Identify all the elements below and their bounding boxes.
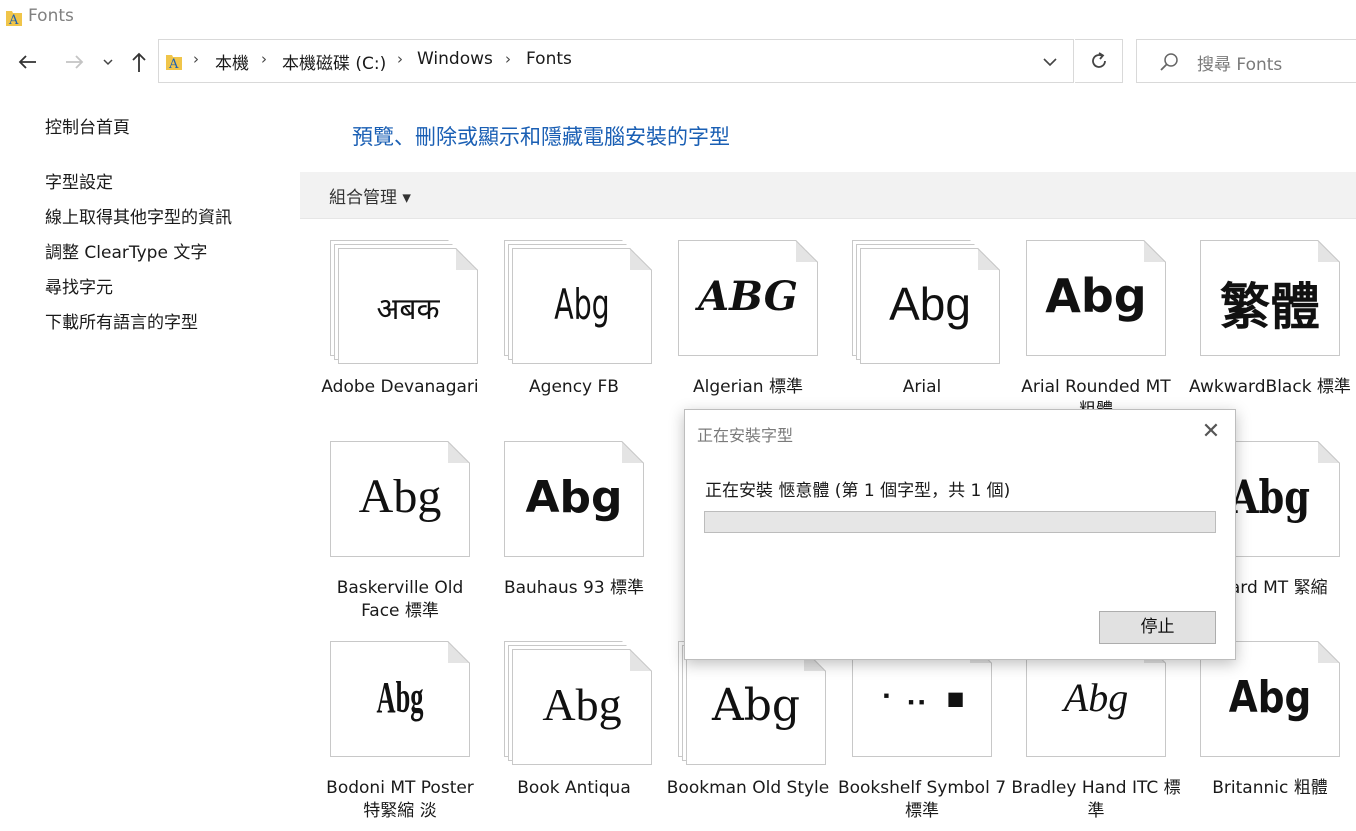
font-tile[interactable]: ABG Algerian 標準 <box>663 240 833 430</box>
font-name-label: Book Antiqua <box>517 778 631 798</box>
refresh-button[interactable] <box>1075 39 1123 83</box>
dialog-title: 正在安裝字型 <box>697 426 794 445</box>
chevron-down-icon <box>103 59 113 66</box>
close-icon: ✕ <box>1201 419 1221 444</box>
font-sample-preview: ⠂⠠⠄ ■ <box>881 684 963 713</box>
install-progress-bar <box>704 511 1216 533</box>
font-tile[interactable]: Abg Bradley Hand ITC 標準 <box>1011 641 1181 831</box>
refresh-icon <box>1091 52 1106 68</box>
font-name-label: Bookshelf Symbol 7 標準 <box>837 778 1007 821</box>
font-sample-preview: Abg <box>889 278 971 331</box>
breadcrumb-separator: › <box>193 50 199 68</box>
font-name-label: Algerian 標準 <box>693 377 803 397</box>
font-tile[interactable]: Abg Bodoni MT Poster 特緊縮 淡 <box>315 641 485 831</box>
left-link-download-fonts[interactable]: 下載所有語言的字型 <box>45 308 198 333</box>
font-tile[interactable]: Abg Agency FB <box>489 240 659 430</box>
up-arrow-icon <box>132 52 146 72</box>
font-sample-preview: Abg <box>554 279 610 329</box>
font-tile[interactable]: Abg Bauhaus 93 標準 <box>489 441 659 631</box>
font-sample-preview: Abg <box>1228 671 1312 723</box>
fonts-folder-icon: A <box>166 55 182 71</box>
page-title: 預覽、刪除或顯示和隱藏電腦安裝的字型 <box>352 125 730 149</box>
font-name-label: Britannic 粗體 <box>1212 778 1328 798</box>
breadcrumb-fonts[interactable]: Fonts <box>526 49 572 69</box>
forward-button[interactable] <box>60 48 88 76</box>
install-status-text: 正在安裝 愜意體 (第 1 個字型，共 1 個) <box>705 481 1011 501</box>
back-button[interactable] <box>14 48 42 76</box>
font-tile[interactable]: 繁體 AwkwardBlack 標準 <box>1185 240 1355 430</box>
font-name-label: Agency FB <box>529 377 619 397</box>
font-tile[interactable]: ⠂⠠⠄ ■ Bookshelf Symbol 7 標準 <box>837 641 1007 831</box>
font-name-label: Bradley Hand ITC 標準 <box>1011 778 1181 821</box>
address-bar[interactable]: A › 本機 › 本機磁碟 (C:) › Windows › Fonts <box>158 39 1074 83</box>
title-bar: A Fonts <box>0 0 1356 34</box>
forward-arrow-icon <box>66 55 84 69</box>
font-tile[interactable]: Abg Bookman Old Style <box>663 641 833 831</box>
font-tile[interactable]: Abg Baskerville Old Face 標準 <box>315 441 485 631</box>
fonts-folder-icon: A <box>6 11 22 27</box>
font-sample-preview: Abg <box>1045 269 1147 324</box>
font-name-label: AwkwardBlack 標準 <box>1189 377 1351 397</box>
font-name-label: Bodoni MT Poster 特緊縮 淡 <box>326 778 474 821</box>
left-link-cleartype[interactable]: 調整 ClearType 文字 <box>45 238 207 263</box>
stop-button[interactable]: 停止 <box>1099 611 1216 644</box>
font-tile[interactable]: Abg Arial <box>837 240 1007 430</box>
search-input[interactable]: 搜尋 Fonts <box>1136 39 1356 83</box>
font-tile[interactable]: Abg Britannic 粗體 <box>1185 641 1355 831</box>
font-sample-preview: Abg <box>525 471 623 523</box>
font-name-label: Adobe Devanagari <box>321 377 479 397</box>
left-link-get-more-fonts[interactable]: 線上取得其他字型的資訊 <box>45 203 232 228</box>
left-link-control-panel-home[interactable]: 控制台首頁 <box>45 113 130 138</box>
svg-text:A: A <box>8 13 19 27</box>
search-placeholder: 搜尋 Fonts <box>1197 55 1283 75</box>
up-button[interactable] <box>126 48 152 76</box>
font-sample-preview: अबक <box>376 292 440 328</box>
font-sample-preview: Abg <box>1063 675 1129 721</box>
search-icon <box>1160 53 1178 71</box>
left-link-font-settings[interactable]: 字型設定 <box>45 168 113 193</box>
font-tile[interactable]: Abg Book Antiqua <box>489 641 659 831</box>
font-sample-preview: Abg <box>376 672 424 722</box>
font-sample-preview: Abg <box>542 679 622 731</box>
command-bar: 組合管理 ▾ <box>300 172 1356 219</box>
font-tile[interactable]: AbgArial Rounded MT 粗體 <box>1011 240 1181 430</box>
breadcrumb-this-pc[interactable]: 本機 <box>215 49 249 74</box>
window-title: Fonts <box>28 6 74 26</box>
install-font-dialog: 正在安裝字型 ✕ 正在安裝 愜意體 (第 1 個字型，共 1 個) 停止 <box>684 409 1236 660</box>
organize-button[interactable]: 組合管理 ▾ <box>329 183 411 208</box>
svg-text:A: A <box>168 57 179 71</box>
font-sample-preview: ABG <box>698 273 798 321</box>
address-history-button[interactable] <box>1036 50 1064 74</box>
left-link-find-character[interactable]: 尋找字元 <box>45 273 113 298</box>
font-name-label: Arial <box>902 377 942 397</box>
breadcrumb-separator: › <box>505 50 511 68</box>
breadcrumb-separator: › <box>397 50 403 68</box>
breadcrumb-windows[interactable]: Windows <box>417 49 493 69</box>
font-name-label: Bookman Old Style <box>666 778 830 798</box>
font-sample-preview: Abg <box>358 470 442 524</box>
recent-locations-button[interactable] <box>98 50 118 74</box>
font-sample-preview: Abg <box>711 679 801 731</box>
dialog-close-button[interactable]: ✕ <box>1197 420 1225 446</box>
font-name-label: Baskerville Old Face 標準 <box>336 578 464 621</box>
chevron-down-icon <box>1043 58 1057 67</box>
font-tile[interactable]: अबक Adobe Devanagari <box>315 240 485 430</box>
back-arrow-icon <box>18 55 36 69</box>
font-sample-preview: 繁體 <box>1220 277 1320 336</box>
font-name-label: Bauhaus 93 標準 <box>503 578 645 598</box>
breadcrumb-separator: › <box>261 50 267 68</box>
breadcrumb-local-disk[interactable]: 本機磁碟 (C:) <box>282 49 386 74</box>
